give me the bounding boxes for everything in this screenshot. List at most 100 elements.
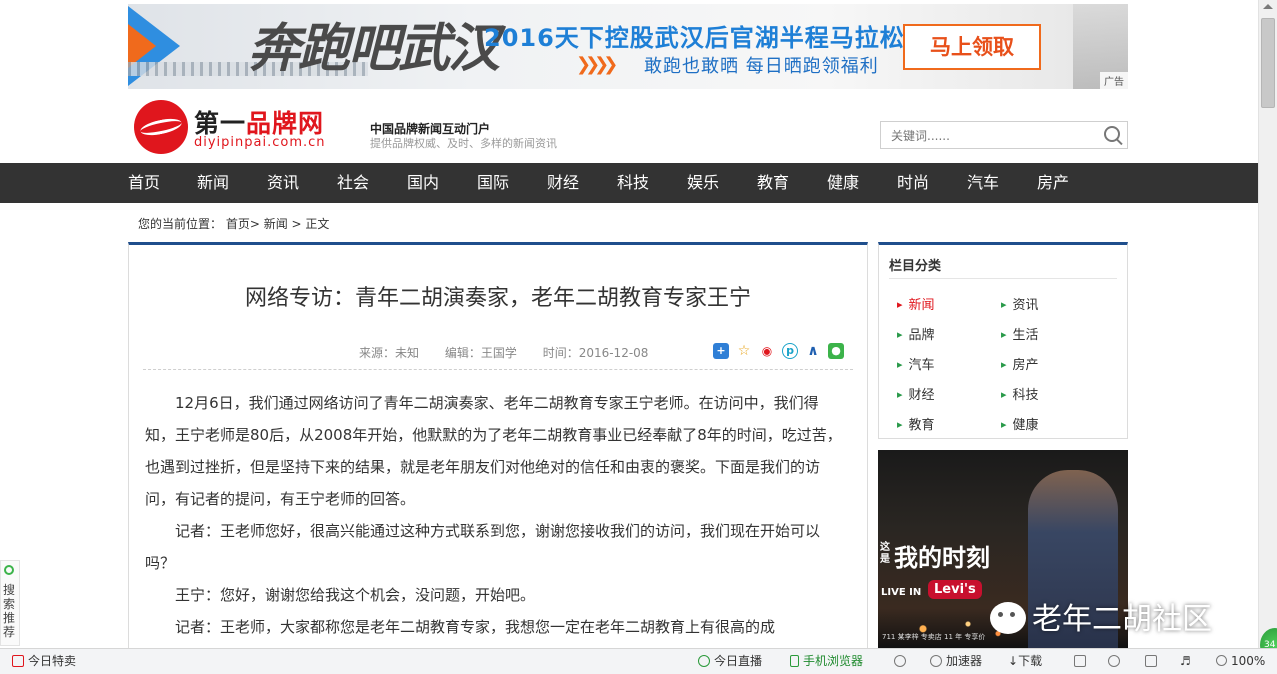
status-live[interactable]: 今日直播	[698, 649, 762, 674]
speaker-icon: ♬	[1180, 654, 1191, 668]
breadcrumb: 您的当前位置： 首页> 新闻 > 正文	[138, 215, 329, 232]
mobile-browser-label: 手机浏览器	[803, 654, 864, 668]
meta-divider	[143, 369, 853, 370]
search-recommend-widget[interactable]: 搜索推荐	[0, 560, 20, 646]
main-nav: 首页 新闻 资讯 社会 国内 国际 财经 科技 娱乐 教育 健康 时尚 汽车 房…	[0, 163, 1258, 203]
category-panel: 栏目分类 新闻 资讯 品牌 生活 汽车 房产 财经 科技 教育 健康	[878, 242, 1128, 439]
vertical-scrollbar[interactable]	[1258, 0, 1277, 648]
category-item-news[interactable]: 新闻	[897, 294, 935, 313]
status-accelerator[interactable]: 加速器	[930, 649, 982, 674]
banner-claim-button[interactable]: 马上领取	[903, 24, 1041, 70]
article-time: 时间：2016-12-08	[542, 346, 649, 360]
search-icon[interactable]	[1104, 126, 1120, 142]
live-label: 今日直播	[714, 654, 763, 668]
circle-icon	[4, 565, 14, 575]
ad-tag: 广告	[1100, 72, 1128, 89]
play-icon	[698, 654, 710, 667]
ad-store-text: 711 某李梓 专卖店 11 年 专享价	[882, 633, 986, 641]
nav-item-info[interactable]: 资讯	[267, 163, 299, 203]
ie-icon	[1108, 654, 1120, 667]
refresh-icon	[894, 654, 906, 667]
article-source: 来源：未知	[359, 346, 420, 360]
nav-item-health[interactable]: 健康	[827, 163, 859, 203]
status-mobile-browser[interactable]: 手机浏览器	[790, 649, 863, 674]
article-title: 网络专访：青年二胡演奏家，老年二胡教育专家王宁	[244, 286, 751, 311]
nav-item-education[interactable]: 教育	[757, 163, 789, 203]
category-item-health[interactable]: 健康	[1001, 414, 1039, 433]
category-item-education[interactable]: 教育	[897, 414, 935, 433]
category-divider	[889, 278, 1117, 279]
scrollbar-thumb[interactable]	[1261, 18, 1275, 108]
breadcrumb-path[interactable]: 首页> 新闻 > 正文	[226, 217, 330, 231]
search-box[interactable]	[880, 121, 1128, 149]
status-daily-deals[interactable]: 今日特卖	[12, 649, 76, 674]
category-item-tech[interactable]: 科技	[1001, 384, 1039, 403]
nav-item-finance[interactable]: 财经	[547, 163, 579, 203]
nav-item-news[interactable]: 新闻	[197, 163, 229, 203]
rocket-icon	[930, 654, 942, 667]
download-arrow-icon: ↓	[1008, 654, 1019, 668]
plus-icon[interactable]: +	[713, 343, 729, 359]
scroll-up-arrow-icon[interactable]	[1263, 4, 1273, 9]
logo-name-part2: 品牌网	[246, 109, 325, 138]
article-meta: 来源：未知 编辑：王国学 时间：2016-12-08	[359, 344, 670, 361]
category-item-info[interactable]: 资讯	[1001, 294, 1039, 313]
zoom-icon	[1216, 655, 1227, 666]
search-input[interactable]	[889, 126, 1093, 146]
window-icon	[1145, 654, 1157, 667]
status-refresh[interactable]	[894, 649, 910, 674]
status-ie[interactable]	[1108, 649, 1124, 674]
a-icon[interactable]: ∧	[805, 343, 821, 359]
ad-side-text: 这是	[880, 542, 890, 565]
site-logo-icon[interactable]	[134, 100, 188, 154]
status-zoom[interactable]: 100%	[1216, 649, 1265, 674]
search-recommend-label: 搜索推荐	[3, 583, 16, 639]
nav-item-auto[interactable]: 汽车	[967, 163, 999, 203]
reader-icon	[1074, 654, 1086, 667]
ad-brand-logo: Levi's	[928, 580, 982, 599]
site-domain: diyipinpai.com.cn	[194, 135, 326, 150]
article-body: 12月6日，我们通过网络访问了青年二胡演奏家、老年二胡教育专家王宁老师。在访问中…	[145, 387, 845, 643]
status-download[interactable]: ↓下载	[1008, 649, 1042, 674]
category-item-finance[interactable]: 财经	[897, 384, 935, 403]
p-icon[interactable]: p	[782, 343, 798, 359]
top-banner-ad[interactable]: 奔跑吧武汉 2016天下控股武汉后官湖半程马拉松 ❯❯❯❯ 敢跑也敢晒 每日晒跑…	[128, 4, 1128, 89]
category-item-auto[interactable]: 汽车	[897, 354, 935, 373]
status-sound[interactable]: ♬	[1180, 649, 1191, 674]
logo-swirl	[139, 115, 183, 139]
nav-item-tech[interactable]: 科技	[617, 163, 649, 203]
banner-event-title: 2016天下控股武汉后官湖半程马拉松	[484, 24, 905, 52]
nav-item-society[interactable]: 社会	[337, 163, 369, 203]
article-paragraph: 王宁：您好，谢谢您给我这个机会，没问题，开始吧。	[175, 586, 536, 604]
ad-headline: 我的时刻	[894, 544, 990, 572]
nav-item-home[interactable]: 首页	[128, 163, 160, 203]
download-label: 下载	[1018, 654, 1043, 668]
category-title: 栏目分类	[889, 259, 942, 274]
logo-name-part1: 第一	[194, 109, 247, 138]
article-paragraph: 记者：王老师您好，很高兴能通过这种方式联系到您，谢谢您接收我们的访问，我们现在开…	[145, 522, 821, 572]
accelerator-label: 加速器	[946, 654, 983, 668]
star-icon[interactable]: ☆	[736, 343, 752, 359]
browser-status-bar: 今日特卖 今日直播 手机浏览器 加速器 ↓下载 ♬ 100%	[0, 648, 1277, 674]
gift-icon	[12, 654, 24, 667]
article-panel: 网络专访：青年二胡演奏家，老年二胡教育专家王宁 来源：未知 编辑：王国学 时间：…	[128, 242, 868, 662]
ad-live-in: LIVE IN	[881, 587, 922, 598]
category-item-brand[interactable]: 品牌	[897, 324, 935, 343]
watermark: 老年二胡社区	[990, 594, 1212, 638]
daily-deals-label: 今日特卖	[28, 654, 77, 668]
article-editor: 编辑：王国学	[444, 346, 517, 360]
nav-item-realestate[interactable]: 房产	[1037, 163, 1069, 203]
status-reader[interactable]	[1074, 649, 1090, 674]
nav-item-fashion[interactable]: 时尚	[897, 163, 929, 203]
status-window[interactable]	[1145, 649, 1161, 674]
category-item-realestate[interactable]: 房产	[1001, 354, 1039, 373]
breadcrumb-label: 您的当前位置：	[138, 217, 223, 231]
watermark-text: 老年二胡社区	[1032, 602, 1212, 637]
wechat-icon[interactable]: ●	[828, 343, 844, 359]
nav-item-domestic[interactable]: 国内	[407, 163, 439, 203]
nav-item-international[interactable]: 国际	[477, 163, 509, 203]
weibo-icon[interactable]: ◉	[759, 343, 775, 359]
nav-item-entertainment[interactable]: 娱乐	[687, 163, 719, 203]
category-item-life[interactable]: 生活	[1001, 324, 1039, 343]
article-paragraph: 12月6日，我们通过网络访问了青年二胡演奏家、老年二胡教育专家王宁老师。在访问中…	[145, 394, 842, 508]
